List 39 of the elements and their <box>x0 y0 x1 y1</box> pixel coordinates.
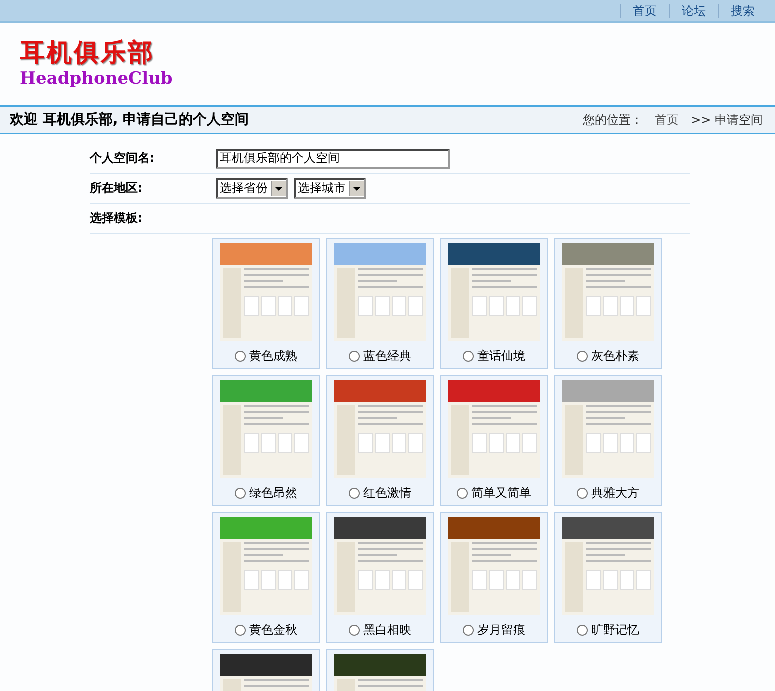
template-name: 典雅大方 <box>592 485 640 502</box>
template-name: 黄色成熟 <box>250 348 298 365</box>
radio-button[interactable] <box>456 488 468 499</box>
template-name: 岁月留痕 <box>478 622 526 639</box>
template-name: 黑白相映 <box>364 622 412 639</box>
nav-link[interactable]: 搜索 <box>718 4 767 18</box>
template-name: 绿色昂然 <box>250 485 298 502</box>
radio-button[interactable] <box>348 625 360 636</box>
breadcrumb-link[interactable]: 首页 <box>655 112 680 128</box>
template-name: 灰色朴素 <box>592 348 640 365</box>
province-dropdown[interactable]: 选择省份 <box>216 178 288 199</box>
space-name-field[interactable]: 耳机俱乐部的个人空间 <box>216 148 450 168</box>
template-name: 童话仙境 <box>478 348 526 365</box>
radio-button[interactable] <box>462 351 474 362</box>
radio-button[interactable] <box>576 488 588 499</box>
template-name: 红色激情 <box>364 485 412 502</box>
template-name: 蓝色经典 <box>364 348 412 365</box>
logo-title: 耳机俱乐部 <box>20 38 156 68</box>
radio-button[interactable] <box>234 625 246 636</box>
radio-button[interactable] <box>234 351 246 362</box>
field-label: 个人空间名: <box>90 150 156 167</box>
radio-button[interactable] <box>576 625 588 636</box>
field-label: 选择模板: <box>90 210 144 227</box>
radio-button[interactable] <box>348 488 360 499</box>
template-name: 旷野记忆 <box>592 622 640 639</box>
field-label: 所在地区: <box>90 180 144 197</box>
radio-button[interactable] <box>576 351 588 362</box>
logo-subtitle: HeadphoneClub <box>20 68 174 90</box>
page-title: 欢迎 耳机俱乐部, 申请自己的个人空间 <box>10 111 250 129</box>
location-label: 您的位置： <box>583 112 644 128</box>
radio-button[interactable] <box>234 488 246 499</box>
city-dropdown[interactable]: 选择城市 <box>294 178 366 199</box>
radio-button[interactable] <box>462 625 474 636</box>
template-name: 黄色金秋 <box>250 622 298 639</box>
nav-link[interactable]: 论坛 <box>669 4 718 18</box>
template-name: 简单又简单 <box>472 485 532 502</box>
radio-button[interactable] <box>348 351 360 362</box>
nav-link[interactable]: 首页 <box>620 4 669 18</box>
breadcrumb-link[interactable]: >> 申请空间 <box>691 112 763 128</box>
